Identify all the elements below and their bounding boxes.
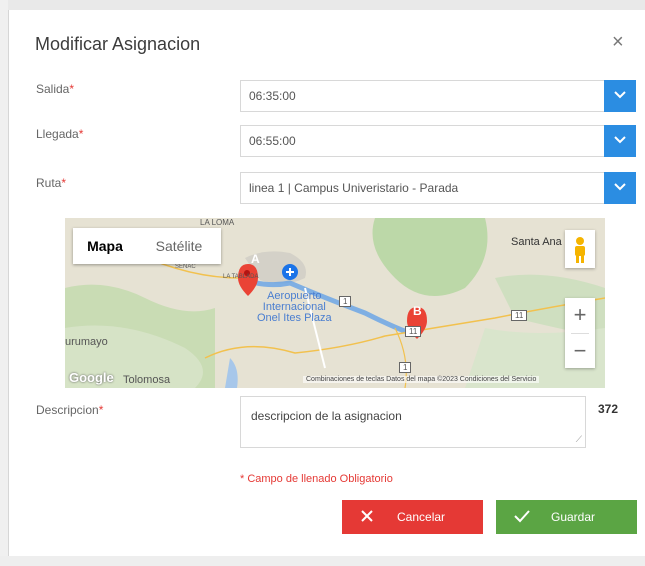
background-page-strip (0, 0, 645, 10)
ruta-dropdown-button[interactable] (604, 172, 636, 204)
llegada-select[interactable]: 06:55:00 (240, 125, 636, 157)
close-icon (361, 510, 373, 522)
save-button[interactable]: Guardar (496, 500, 637, 534)
map-attribution[interactable]: Combinaciones de teclas Datos del mapa ©… (303, 376, 540, 383)
map-label-santa-ana: Santa Ana (511, 236, 562, 248)
map-label-urumayo: urumayo (65, 336, 108, 348)
zoom-in-button[interactable]: + (565, 300, 595, 330)
zoom-divider (571, 333, 589, 334)
descripcion-label: Descripcion* (36, 403, 104, 417)
llegada-dropdown-button[interactable] (604, 125, 636, 157)
ruta-value: linea 1 | Campus Univeristario - Parada (249, 181, 459, 195)
descripcion-value: descripcion de la asignacion (251, 409, 402, 423)
salida-label: Salida* (36, 82, 75, 96)
background-page-edge (0, 0, 8, 566)
map-label-senac: SENAC (175, 264, 196, 270)
map-type-satellite-button[interactable]: Satélite (137, 228, 221, 264)
map-type-map-button[interactable]: Mapa (73, 228, 137, 264)
cancel-button[interactable]: Cancelar (342, 500, 483, 534)
map-type-control: Mapa Satélite (73, 228, 221, 264)
salida-value: 06:35:00 (249, 89, 296, 103)
zoom-out-button[interactable]: − (565, 336, 595, 366)
map-label-tolomosa: Tolomosa (123, 374, 171, 386)
map-label-aeropuerto: Aeropuerto Internacional Onel Ites Plaza (257, 290, 332, 324)
google-logo: Google (69, 370, 114, 385)
route-map[interactable]: A B LA LOMA Santa Ana SENAC LA TABLADA A… (65, 218, 605, 388)
map-label-la-loma: LA LOMA (200, 218, 235, 227)
close-icon[interactable]: × (612, 32, 624, 52)
chevron-down-icon (614, 91, 626, 99)
save-button-label: Guardar (551, 510, 596, 524)
route-shield-4: 1 (399, 362, 412, 373)
zoom-control: + − (565, 298, 595, 368)
route-shield-3: 11 (511, 310, 528, 321)
check-icon (514, 510, 530, 523)
ruta-label: Ruta* (36, 176, 67, 190)
salida-select[interactable]: 06:35:00 (240, 80, 636, 112)
character-counter: 372 (598, 402, 619, 416)
descripcion-textarea[interactable]: descripcion de la asignacion ⟋ (240, 396, 586, 448)
map-marker-a[interactable]: A (251, 252, 260, 266)
modal-title: Modificar Asignacion (35, 34, 201, 54)
ruta-select[interactable]: linea 1 | Campus Univeristario - Parada (240, 172, 636, 204)
map-label-tablada: LA TABLADA (223, 274, 259, 280)
llegada-label: Llegada* (36, 127, 84, 141)
chevron-down-icon (614, 136, 626, 144)
background-page-bottom (0, 556, 645, 566)
resize-grip-icon[interactable]: ⟋ (576, 434, 582, 445)
route-shield-1: 1 (339, 296, 352, 307)
llegada-value: 06:55:00 (249, 134, 296, 148)
required-note: * Campo de llenado Obligatorio (240, 473, 393, 485)
map-marker-b[interactable]: B (413, 304, 422, 318)
route-shield-2: 11 (405, 326, 422, 337)
cancel-button-label: Cancelar (397, 510, 446, 524)
chevron-down-icon (614, 183, 626, 191)
salida-dropdown-button[interactable] (604, 80, 636, 112)
pegman-icon (575, 237, 585, 263)
pegman-button[interactable] (565, 230, 595, 268)
